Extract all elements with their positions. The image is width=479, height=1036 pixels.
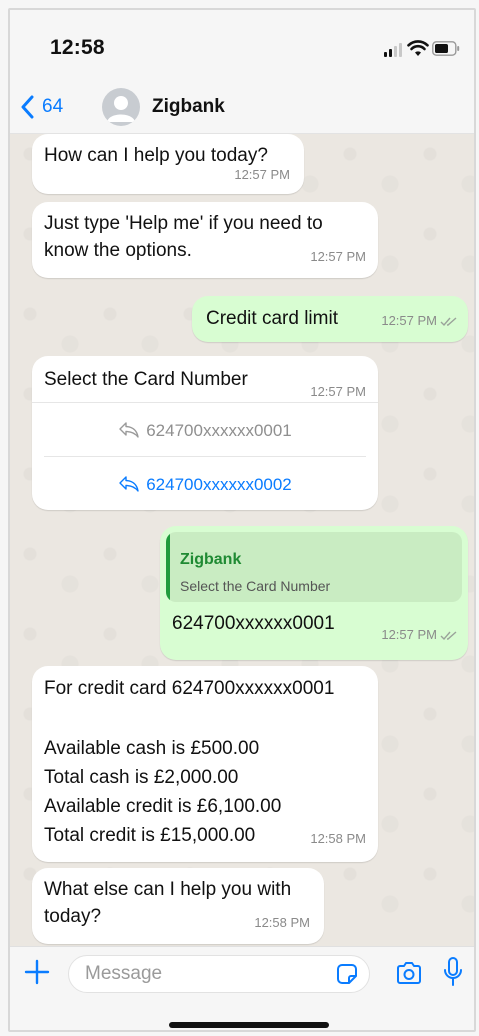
message-text-line: Available cash is £500.00 [44,738,260,759]
plus-icon[interactable] [24,959,50,985]
message-text: Select the Card Number [44,369,248,390]
outgoing-message[interactable]: Credit card limit 12:57 PM [192,296,468,342]
sticker-icon[interactable] [336,963,358,985]
incoming-message[interactable]: Just type 'Help me' if you need to know … [32,202,378,278]
message-text-line: Total credit is £15,000.00 [44,825,256,846]
message-time: 12:57 PM [234,167,290,182]
incoming-message[interactable]: What else can I help you with today? 12:… [32,868,324,944]
status-bar: 12:58 [10,10,474,80]
chat-area[interactable]: How can I help you today? 12:57 PM Just … [10,134,474,946]
message-text-line: For credit card 624700xxxxxx0001 [44,678,335,699]
outgoing-reply-message[interactable]: Zigbank Select the Card Number 624700xxx… [160,526,468,660]
divider [32,402,378,403]
incoming-message[interactable]: For credit card 624700xxxxxx0001 Availab… [32,666,378,862]
chevron-left-icon [21,95,34,119]
unread-count: 64 [42,96,64,117]
message-time-label: 12:57 PM [381,627,437,642]
person-icon [107,96,135,122]
read-ticks-icon [440,317,457,326]
chat-header: 64 Zigbank [10,80,474,134]
status-time: 12:58 [50,36,105,59]
message-time-label: 12:57 PM [381,313,437,328]
microphone-icon[interactable] [444,957,462,987]
quote-author: Zigbank [180,551,242,568]
message-text-line: Available credit is £6,100.00 [44,796,282,817]
message-time: 12:57 PM [381,621,458,648]
message-text-line: Just type 'Help me' if you need to [44,213,323,234]
signal-icon [384,43,402,57]
quote-text: Select the Card Number [180,578,331,594]
message-time: 12:57 PM [381,307,458,334]
message-text: Credit card limit [206,308,338,329]
battery-icon [432,41,460,56]
home-indicator[interactable] [169,1022,329,1028]
incoming-message[interactable]: How can I help you today? 12:57 PM [32,134,304,194]
quoted-message[interactable]: Zigbank Select the Card Number [166,532,462,602]
message-time: 12:57 PM [310,249,366,264]
reply-icon [119,422,139,438]
message-input[interactable] [68,955,370,993]
message-time: 12:58 PM [310,831,366,846]
message-text-line: Total cash is £2,000.00 [44,767,239,788]
read-ticks-icon [440,631,457,640]
divider [44,456,366,457]
reply-option-label: 624700xxxxxx0001 [146,420,292,440]
incoming-list-message[interactable]: Select the Card Number 12:57 PM 624700xx… [32,356,378,510]
reply-icon [119,476,139,492]
quote-bar [166,532,170,602]
message-time: 12:57 PM [310,384,366,399]
avatar[interactable] [102,88,140,126]
phone-screen: 12:58 64 Zigbank How can I help you toda… [8,8,476,1032]
wifi-icon [407,40,429,56]
reply-option[interactable]: 624700xxxxxx0001 [32,410,378,450]
message-composer [10,946,474,1030]
reply-option[interactable]: 624700xxxxxx0002 [32,464,378,504]
camera-icon[interactable] [395,961,423,985]
message-text: 624700xxxxxx0001 [172,613,335,634]
message-time: 12:58 PM [254,915,310,930]
contact-name[interactable]: Zigbank [152,96,225,118]
reply-option-label: 624700xxxxxx0002 [146,474,292,494]
message-text-line: What else can I help you with [44,879,292,900]
back-button[interactable]: 64 [20,90,63,124]
